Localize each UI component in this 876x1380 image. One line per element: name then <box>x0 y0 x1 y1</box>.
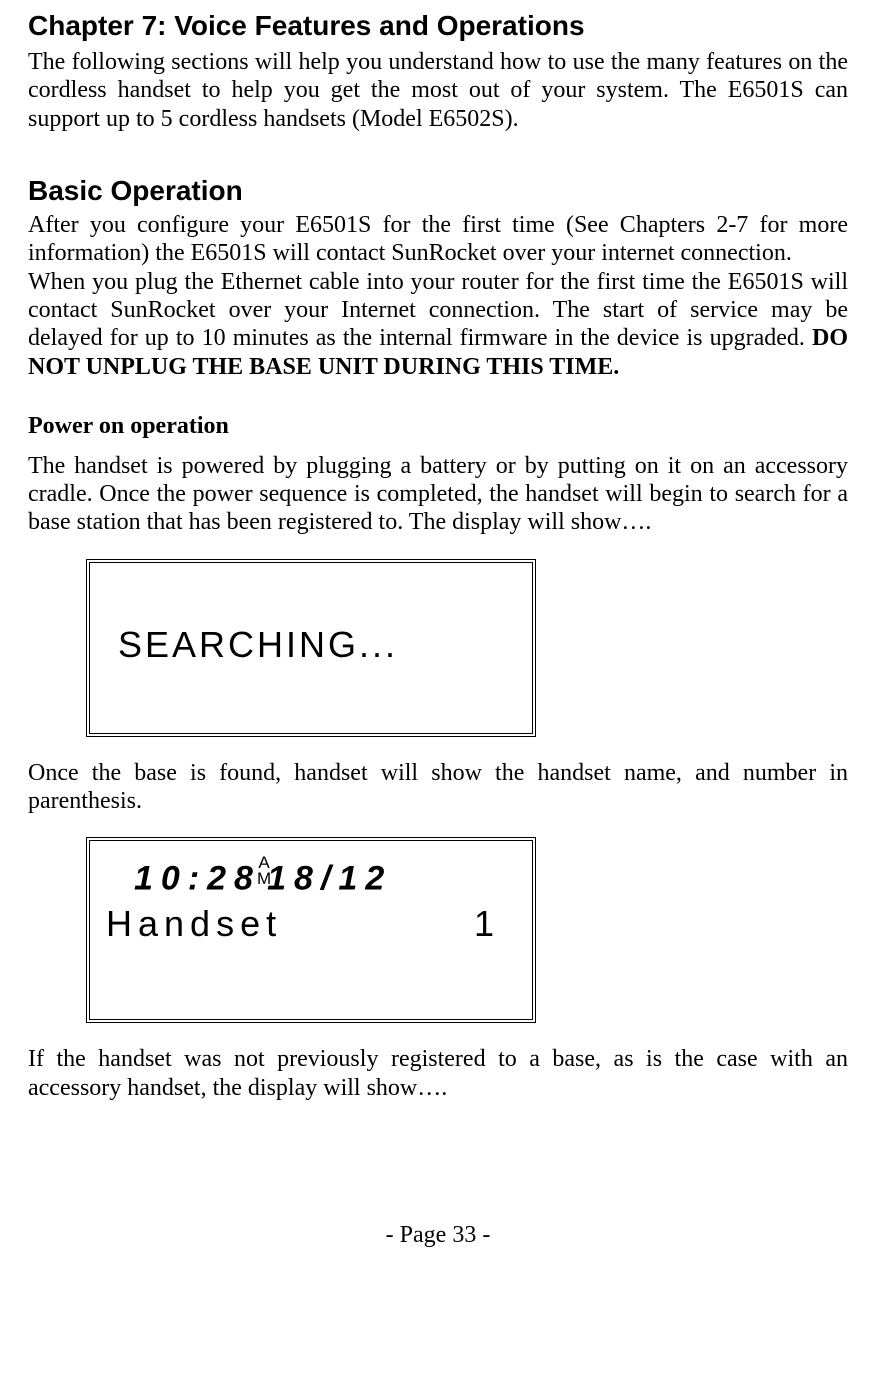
basic-operation-p1: After you configure your E6501S for the … <box>28 211 848 268</box>
lcd-date: 18/12 <box>267 860 392 898</box>
lcd-searching-text: SEARCHING... <box>118 624 398 666</box>
lcd-idle-row2: Handset 1 <box>104 899 518 945</box>
after-idle-text: If the handset was not previously regist… <box>28 1045 848 1102</box>
basic-operation-p2: When you plug the Ethernet cable into yo… <box>28 268 848 381</box>
intro-paragraph: The following sections will help you und… <box>28 48 848 133</box>
power-on-p1: The handset is powered by plugging a bat… <box>28 452 848 537</box>
lcd-idle-box: 10:28AM18/12 Handset 1 <box>86 837 536 1023</box>
lcd-searching-box: SEARCHING... <box>86 559 536 737</box>
lcd-idle-row1: 10:28AM18/12 <box>134 855 518 898</box>
lcd-handset-num: 1 <box>474 903 500 945</box>
basic-operation-p2-pre: When you plug the Ethernet cable into yo… <box>28 269 848 352</box>
lcd-time: 10:28 <box>134 860 261 898</box>
section-title-basic-operation: Basic Operation <box>28 175 848 207</box>
chapter-title: Chapter 7: Voice Features and Operations <box>28 10 848 42</box>
lcd-handset-label: Handset <box>106 903 282 945</box>
subsection-title-power-on: Power on operation <box>28 413 848 440</box>
after-searching-text: Once the base is found, handset will sho… <box>28 759 848 816</box>
page-footer: - Page 33 - <box>28 1222 848 1249</box>
